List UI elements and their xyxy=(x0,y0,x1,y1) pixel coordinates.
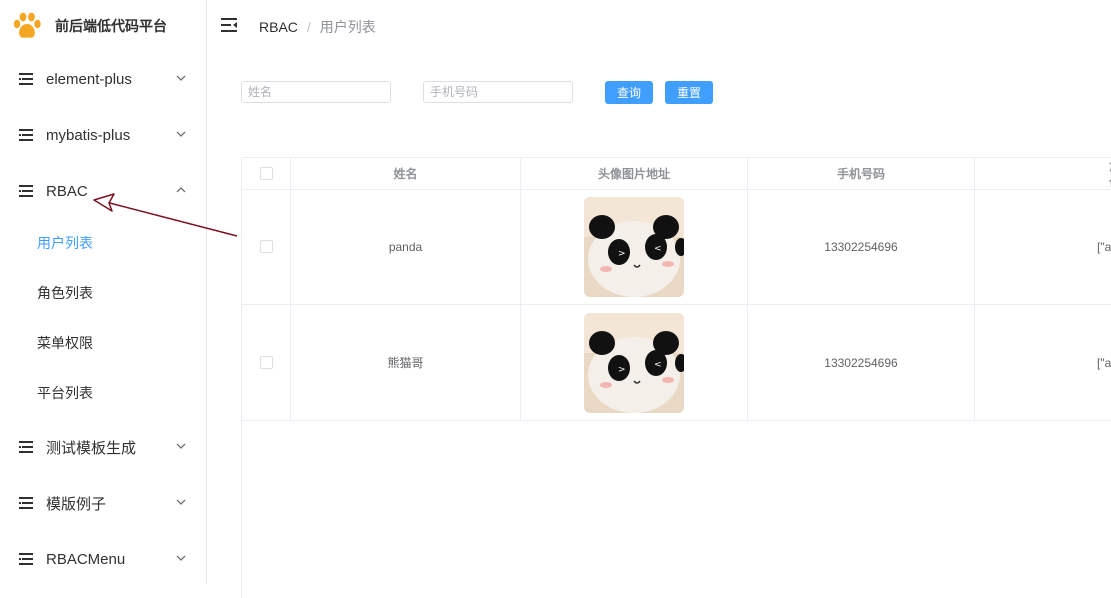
submenu-label: 角色列表 xyxy=(37,285,93,301)
breadcrumb: RBAC / 用户列表 xyxy=(259,17,376,37)
select-all-checkbox[interactable] xyxy=(259,167,273,180)
user-table: 姓名 头像图片地址 手机号码 角色 panda > < xyxy=(241,157,1111,598)
svg-text:<: < xyxy=(654,244,662,254)
panda-avatar-image: > < xyxy=(584,196,684,297)
submenu-label: 平台列表 xyxy=(37,385,93,401)
query-button[interactable]: 查询 xyxy=(605,81,653,104)
column-header: 头像图片地址 xyxy=(521,158,748,189)
row-checkbox[interactable] xyxy=(259,356,273,369)
menu-label: 模版例子 xyxy=(46,495,107,513)
row-select-cell xyxy=(242,189,291,304)
menu-mybatis-plus[interactable]: mybatis-plus xyxy=(0,107,206,163)
chevron-down-icon xyxy=(176,75,186,81)
menu-label: element-plus xyxy=(46,70,132,88)
menu-label: RBAC xyxy=(46,182,88,200)
reset-button[interactable]: 重置 xyxy=(665,81,713,104)
menu-test-template[interactable]: 测试模板生成 xyxy=(0,419,206,475)
menu-list-icon xyxy=(19,129,33,141)
svg-text:>: > xyxy=(618,249,626,259)
paw-icon xyxy=(13,12,41,38)
menu-list-icon xyxy=(19,553,33,565)
chevron-down-icon xyxy=(176,555,186,561)
table-row: panda > < 13302254696 ["a xyxy=(242,189,1111,305)
name-search-input[interactable] xyxy=(241,81,391,103)
row-checkbox[interactable] xyxy=(259,240,273,253)
cell-phone: 13302254696 xyxy=(748,189,975,304)
column-header: 角色 xyxy=(975,158,1111,190)
cell-avatar: > < xyxy=(521,305,748,420)
menu-list-icon xyxy=(19,73,33,85)
annotation-arrow-icon xyxy=(93,193,238,237)
submenu-menu-permission[interactable]: 菜单权限 xyxy=(0,318,206,368)
menu-label: RBACMenu xyxy=(46,550,126,568)
menu-label: mybatis-plus xyxy=(46,126,131,144)
menu-list-icon xyxy=(19,185,33,197)
submenu-label: 用户列表 xyxy=(37,235,93,251)
row-select-cell xyxy=(242,305,291,420)
menu-label: 测试模板生成 xyxy=(46,439,137,457)
svg-text:>: > xyxy=(618,365,626,375)
panda-avatar-image: > < xyxy=(584,312,684,413)
svg-text:<: < xyxy=(654,360,662,370)
chevron-down-icon xyxy=(176,443,186,449)
cell-name: panda xyxy=(291,189,521,304)
brand: 前后端低代码平台 xyxy=(12,10,167,42)
submenu-role-list[interactable]: 角色列表 xyxy=(0,268,206,318)
submenu-label: 菜单权限 xyxy=(37,335,93,351)
cell-roles: ["a xyxy=(975,189,1111,304)
column-header: 手机号码 xyxy=(748,158,975,189)
menu-rbac-menu[interactable]: RBACMenu xyxy=(0,531,206,587)
menu-list-icon xyxy=(19,441,33,453)
cell-avatar: > < xyxy=(521,189,748,304)
column-header: 姓名 xyxy=(291,158,521,189)
menu-list-icon xyxy=(19,497,33,509)
menu-fold-icon[interactable] xyxy=(221,17,237,33)
header-select-cell xyxy=(242,158,291,189)
app-title: 前后端低代码平台 xyxy=(55,18,167,34)
submenu-platform-list[interactable]: 平台列表 xyxy=(0,368,206,418)
cell-name: 熊猫哥 xyxy=(291,305,521,420)
table-row: 熊猫哥 > < 13302254696 ["a xyxy=(242,305,1111,421)
menu-element-plus[interactable]: element-plus xyxy=(0,51,206,107)
cell-phone: 13302254696 xyxy=(748,305,975,420)
breadcrumb-separator: / xyxy=(306,19,311,35)
menu-template-examples[interactable]: 模版例子 xyxy=(0,475,206,531)
breadcrumb-root[interactable]: RBAC xyxy=(259,19,298,35)
chevron-down-icon xyxy=(176,131,186,137)
chevron-down-icon xyxy=(176,499,186,505)
phone-search-input[interactable] xyxy=(423,81,573,103)
sidebar: 前后端低代码平台 element-plus mybatis-plus RBAC … xyxy=(0,0,207,584)
table-header-row: 姓名 头像图片地址 手机号码 角色 xyxy=(242,158,1111,190)
cell-roles: ["a xyxy=(975,305,1111,420)
breadcrumb-current: 用户列表 xyxy=(319,19,376,35)
